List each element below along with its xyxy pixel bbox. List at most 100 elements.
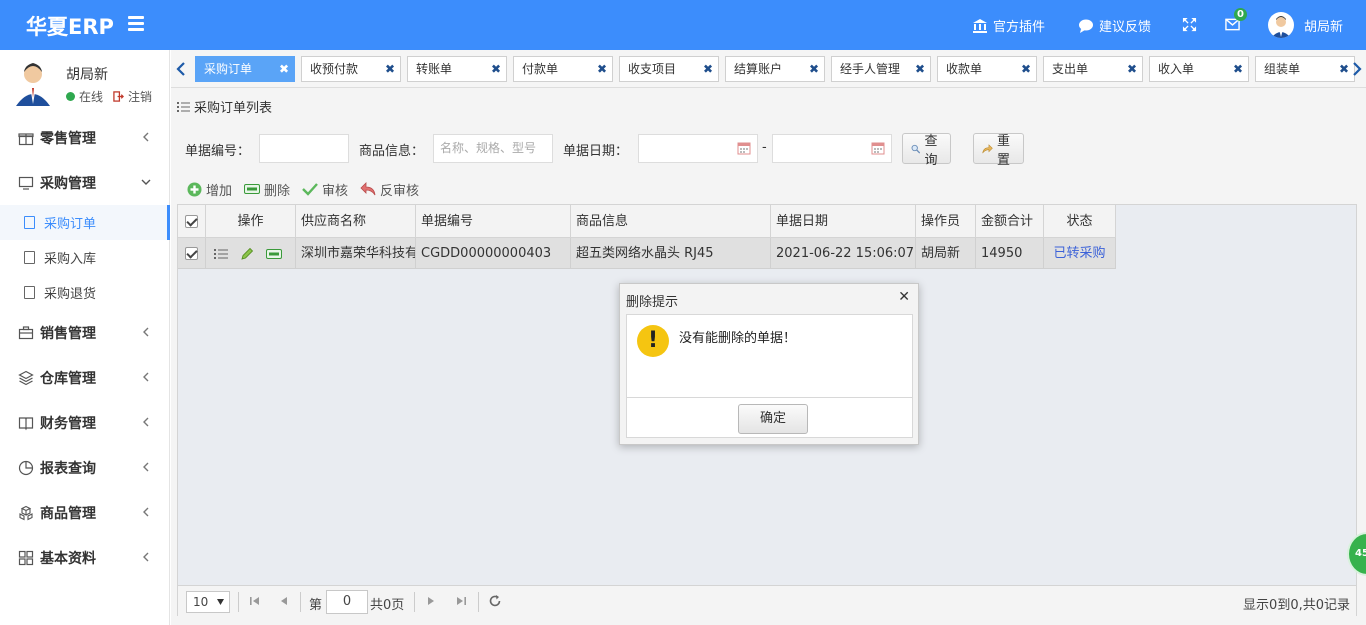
avatar[interactable] [1268, 12, 1294, 38]
prev-page-icon[interactable] [277, 594, 291, 608]
menu-label: 仓库管理 [40, 370, 96, 387]
refresh-icon[interactable] [488, 594, 502, 608]
unaudit-label: 反审核 [380, 183, 420, 199]
chevron-left-icon [143, 372, 149, 382]
dropdown-arrow-icon [217, 599, 224, 605]
close-icon[interactable]: ✖ [1339, 57, 1349, 81]
user-status: 在线 注销 [66, 88, 152, 105]
column-header: 操作员 [916, 205, 976, 238]
close-icon[interactable]: ✖ [915, 57, 925, 81]
submenu-purchase-order[interactable]: 采购订单 [0, 205, 170, 240]
goods-input[interactable]: 名称、规格、型号 [433, 134, 553, 163]
chevron-down-icon [141, 179, 151, 185]
tab-payment[interactable]: 付款单 ✖ [513, 56, 613, 82]
logout-link[interactable]: 注销 [128, 88, 152, 105]
tab-label: 转账单 [416, 62, 453, 76]
grid-icon [18, 550, 34, 565]
select-all-checkbox[interactable] [178, 205, 206, 238]
add-button[interactable]: 增加 [187, 180, 232, 199]
tab-income[interactable]: 收入单 ✖ [1149, 56, 1249, 82]
close-icon[interactable]: ✖ [597, 57, 607, 81]
ok-button[interactable]: 确定 [738, 404, 808, 434]
close-icon[interactable]: ✖ [279, 57, 289, 81]
submenu-purchase-in[interactable]: 采购入库 [0, 240, 170, 275]
tab-settlement-account[interactable]: 结算账户 ✖ [725, 56, 825, 82]
row-checkbox[interactable] [178, 238, 206, 269]
next-page-icon[interactable] [424, 594, 438, 608]
user-panel: 胡局新 在线 注销 [0, 50, 170, 115]
menu-reports[interactable]: 报表查询 [0, 445, 170, 490]
sidebar: 胡局新 在线 注销 零售管理 采购管理 采购订单 采购入库 采购退货 销售管理 … [0, 50, 170, 625]
close-icon[interactable]: ✖ [1233, 57, 1243, 81]
menu-sales[interactable]: 销售管理 [0, 310, 170, 355]
menu-label: 采购管理 [40, 175, 96, 192]
start-date-input[interactable] [638, 134, 758, 163]
close-icon[interactable]: ✕ [898, 289, 910, 305]
tab-label: 结算账户 [734, 62, 783, 76]
submenu-purchase-return[interactable]: 采购退货 [0, 275, 170, 310]
tab-expense[interactable]: 支出单 ✖ [1043, 56, 1143, 82]
fullscreen-icon[interactable] [1182, 17, 1197, 32]
table-row[interactable]: 深圳市嘉荣华科技有限公司 CGDD00000000403 超五类网络水晶头 RJ… [178, 238, 1116, 269]
warning-icon: ! [637, 325, 669, 357]
tab-transfer[interactable]: 转账单 ✖ [407, 56, 507, 82]
top-header: 华夏ERP 官方插件 建议反馈 0 胡局新 [0, 0, 1366, 50]
page-size-select[interactable]: 10 [186, 591, 230, 613]
plugins-link[interactable]: 官方插件 [972, 16, 1045, 35]
delete-button[interactable]: 删除 [244, 180, 290, 199]
reset-button[interactable]: 重置 [973, 133, 1025, 168]
pager-divider [238, 592, 239, 612]
tab-receipt[interactable]: 收款单 ✖ [937, 56, 1037, 82]
tab-scroll-left-icon[interactable] [175, 62, 187, 76]
tab-label: 经手人管理 [840, 62, 901, 76]
menu-toggle-icon[interactable] [128, 16, 144, 32]
column-header: 供应商名称 [296, 205, 416, 238]
close-icon[interactable]: ✖ [491, 57, 501, 81]
close-icon[interactable]: ✖ [1021, 57, 1031, 81]
dialog-body: ! 没有能删除的单据！ [626, 314, 913, 398]
close-icon[interactable]: ✖ [703, 57, 713, 81]
cell-supplier: 深圳市嘉荣华科技有限公司 [296, 238, 416, 269]
close-icon[interactable]: ✖ [809, 57, 819, 81]
unaudit-button[interactable]: 反审核 [360, 180, 419, 199]
tab-purchase-order[interactable]: 采购订单 ✖ [195, 56, 295, 82]
menu-finance[interactable]: 财务管理 [0, 400, 170, 445]
monitor-icon [18, 176, 34, 190]
page-size-value: 10 [193, 595, 209, 609]
tab-assembly[interactable]: 组装单 ✖ [1255, 56, 1355, 82]
tab-prepayment[interactable]: 收预付款 ✖ [301, 56, 401, 82]
close-icon[interactable]: ✖ [1127, 57, 1137, 81]
undo-icon [360, 182, 376, 196]
list-icon[interactable] [214, 248, 228, 260]
last-page-icon[interactable] [454, 594, 468, 608]
edit-pencil-icon[interactable] [240, 247, 254, 261]
page-number-input[interactable]: 0 [326, 590, 368, 614]
bill-no-label: 单据编号： [185, 144, 251, 159]
cell-status[interactable]: 已转采购 [1044, 238, 1116, 269]
calendar-icon[interactable] [871, 141, 885, 155]
menu-basic-data[interactable]: 基本资料 [0, 535, 170, 580]
menu-retail[interactable]: 零售管理 [0, 115, 170, 160]
cubes-icon [19, 505, 33, 520]
feedback-link[interactable]: 建议反馈 [1078, 16, 1151, 35]
plugins-label: 官方插件 [993, 20, 1046, 35]
tab-scroll-right-icon[interactable] [1351, 62, 1363, 76]
end-date-input[interactable] [772, 134, 892, 163]
menu-warehouse[interactable]: 仓库管理 [0, 355, 170, 400]
record-summary: 显示0到0,共0记录 [1243, 598, 1350, 613]
remove-icon[interactable] [266, 248, 282, 259]
tab-income-expense[interactable]: 收支项目 ✖ [619, 56, 719, 82]
user-avatar-icon [16, 63, 50, 106]
list-icon [177, 101, 190, 112]
calendar-icon[interactable] [737, 141, 751, 155]
logout-icon[interactable] [113, 91, 125, 102]
header-user-name[interactable]: 胡局新 [1304, 16, 1343, 35]
menu-purchase[interactable]: 采购管理 [0, 160, 170, 205]
audit-button[interactable]: 审核 [302, 180, 348, 199]
first-page-icon[interactable] [248, 594, 262, 608]
close-icon[interactable]: ✖ [385, 57, 395, 81]
menu-goods[interactable]: 商品管理 [0, 490, 170, 535]
tab-handler[interactable]: 经手人管理 ✖ [831, 56, 931, 82]
query-button[interactable]: 查询 [902, 133, 952, 168]
bill-no-input[interactable] [259, 134, 349, 163]
